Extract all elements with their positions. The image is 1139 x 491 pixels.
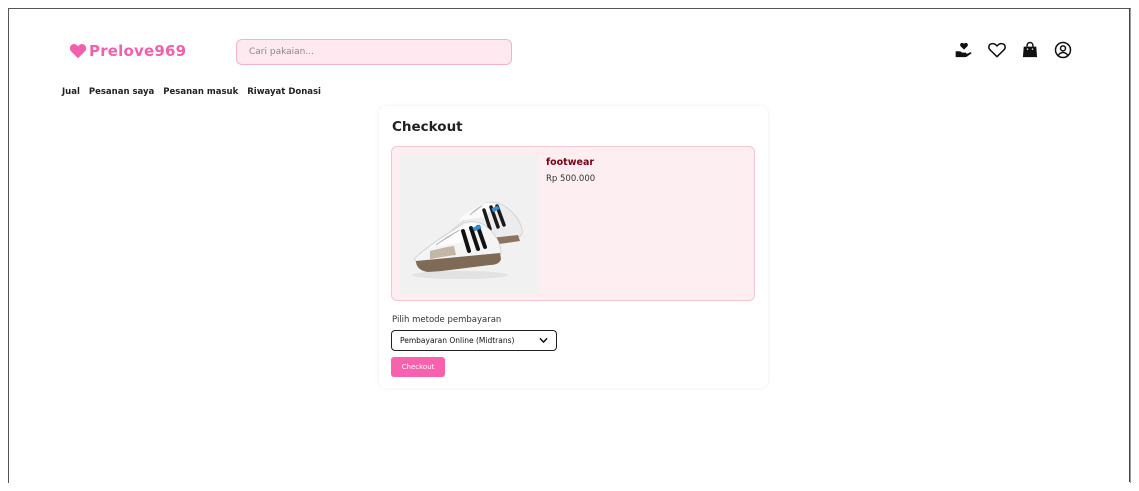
nav-jual[interactable]: Jual (62, 87, 80, 97)
brand-logo[interactable]: Prelove969 (69, 42, 186, 60)
payment-method-label: Pilih metode pembayaran (392, 315, 502, 325)
main-nav: Jual Pesanan saya Pesanan masuk Riwayat … (62, 87, 321, 97)
payment-method-value: Pembayaran Online (Midtrans) (400, 336, 515, 345)
search-input[interactable] (236, 39, 512, 65)
product-item: footwear Rp 500.000 (391, 146, 755, 301)
nav-riwayat-donasi[interactable]: Riwayat Donasi (247, 87, 321, 97)
payment-method-select[interactable]: Pembayaran Online (Midtrans) (391, 330, 557, 351)
product-name[interactable]: footwear (546, 157, 594, 168)
checkout-card: Checkout footwear Rp 500.000 Pilih metod… (379, 106, 768, 388)
nav-pesanan-saya[interactable]: Pesanan saya (89, 87, 154, 97)
product-price: Rp 500.000 (546, 174, 596, 184)
nav-pesanan-masuk[interactable]: Pesanan masuk (163, 87, 238, 97)
sneaker-photo (400, 155, 539, 294)
product-image (400, 155, 539, 294)
user-account-icon[interactable] (1053, 40, 1073, 60)
wishlist-heart-icon[interactable] (987, 40, 1007, 60)
viewport-edge (1129, 8, 1130, 482)
donate-hand-heart-icon[interactable] (954, 40, 974, 60)
heart-logo-icon (69, 44, 87, 59)
chevron-down-icon (539, 337, 548, 343)
shopping-bag-icon[interactable] (1020, 40, 1040, 60)
header-icons (954, 40, 1073, 60)
brand-name: Prelove969 (89, 42, 187, 60)
checkout-title: Checkout (392, 119, 463, 135)
checkout-button[interactable]: Checkout (391, 357, 445, 377)
